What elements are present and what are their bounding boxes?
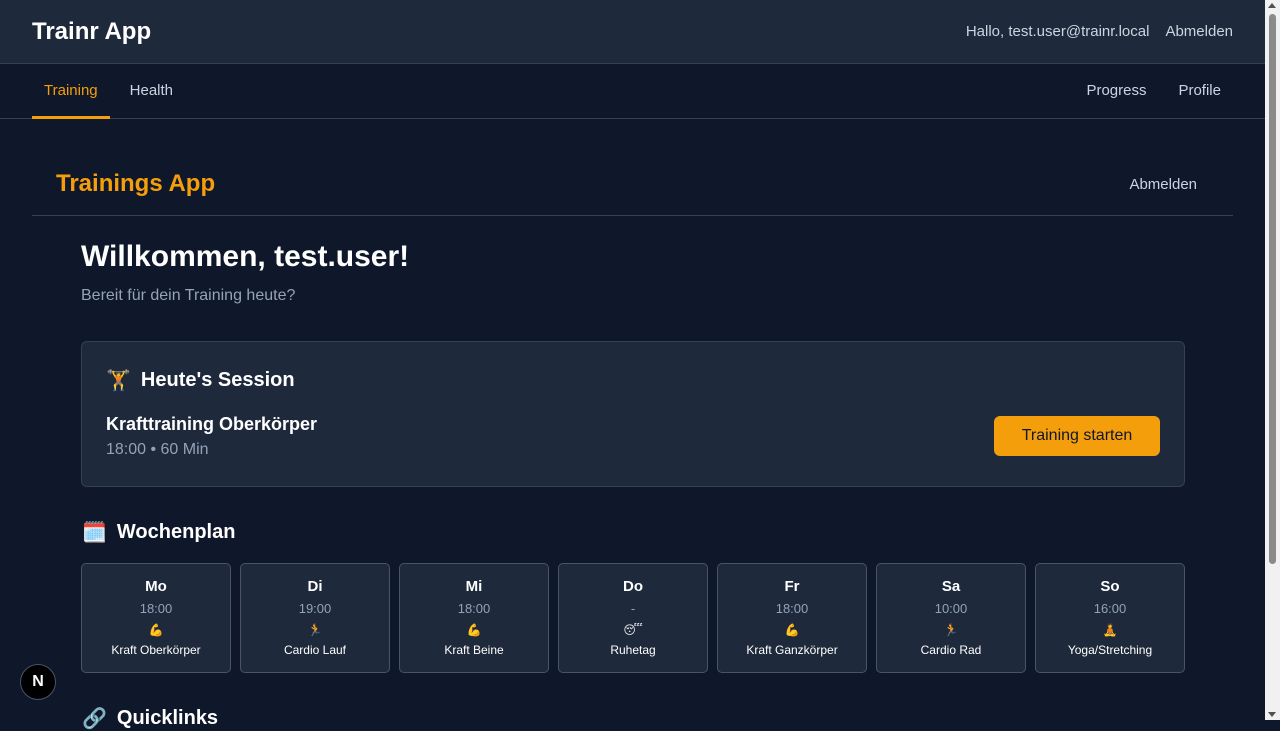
todays-session-card: 🏋️ Heute's Session Krafttraining Oberkör… bbox=[81, 341, 1185, 487]
day-time: 16:00 bbox=[1093, 601, 1127, 616]
session-name: Krafttraining Oberkörper bbox=[106, 414, 318, 434]
day-activity: Ruhetag bbox=[610, 643, 656, 657]
day-activity: Kraft Oberkörper bbox=[111, 643, 201, 657]
day-card-fr[interactable]: Fr 18:00 💪 Kraft Ganzkörper bbox=[717, 563, 867, 673]
session-meta: 18:00 • 60 Min bbox=[106, 441, 209, 458]
day-activity: Cardio Lauf bbox=[283, 643, 347, 657]
day-card-mi[interactable]: Mi 18:00 💪 Kraft Beine bbox=[399, 563, 549, 673]
calendar-icon: 🗓️ bbox=[82, 522, 107, 544]
welcome-subtitle: Bereit für dein Training heute? bbox=[81, 287, 296, 304]
page-header: Trainings App Abmelden bbox=[32, 150, 1233, 216]
day-time: 10:00 bbox=[934, 601, 968, 616]
page-title: Trainings App bbox=[56, 170, 216, 197]
day-name: Do bbox=[623, 578, 643, 595]
weekly-plan-heading: 🗓️ Wochenplan bbox=[82, 520, 235, 545]
flexed-biceps-icon: 💪 bbox=[784, 623, 800, 637]
runner-icon: 🏃 bbox=[943, 623, 959, 637]
welcome-heading: Willkommen, test.user! bbox=[81, 240, 410, 273]
header-logout-link[interactable]: Abmelden bbox=[1165, 23, 1233, 40]
user-greeting: Hallo, test.user@trainr.local bbox=[965, 23, 1150, 40]
tab-health[interactable]: Health bbox=[118, 65, 185, 119]
day-card-sa[interactable]: Sa 10:00 🏃 Cardio Rad bbox=[876, 563, 1026, 673]
yoga-icon: 🧘 bbox=[1102, 623, 1118, 637]
day-card-do[interactable]: Do - 😴 Ruhetag bbox=[558, 563, 708, 673]
day-activity: Yoga/Stretching bbox=[1067, 643, 1153, 657]
quicklinks-heading-text: Quicklinks bbox=[116, 707, 219, 729]
day-time: 19:00 bbox=[298, 601, 332, 616]
nav-right: Progress Profile bbox=[1066, 65, 1233, 118]
main-nav: Training Health Progress Profile bbox=[0, 65, 1265, 119]
day-name: So bbox=[1100, 578, 1120, 595]
day-activity: Cardio Rad bbox=[920, 643, 982, 657]
page-scrollbar[interactable] bbox=[1265, 0, 1280, 720]
day-name: Mi bbox=[465, 578, 483, 595]
day-time: 18:00 bbox=[457, 601, 491, 616]
tab-training[interactable]: Training bbox=[32, 65, 110, 119]
day-card-so[interactable]: So 16:00 🧘 Yoga/Stretching bbox=[1035, 563, 1185, 673]
day-card-mo[interactable]: Mo 18:00 💪 Kraft Oberkörper bbox=[81, 563, 231, 673]
weekly-plan-grid: Mo 18:00 💪 Kraft Oberkörper Di 19:00 🏃 C… bbox=[81, 563, 1185, 673]
session-heading-text: Heute's Session bbox=[140, 369, 295, 391]
flexed-biceps-icon: 💪 bbox=[148, 623, 164, 637]
day-card-di[interactable]: Di 19:00 🏃 Cardio Lauf bbox=[240, 563, 390, 673]
day-name: Di bbox=[307, 578, 323, 595]
runner-icon: 🏃 bbox=[307, 623, 323, 637]
app-brand[interactable]: Trainr App bbox=[32, 18, 151, 46]
day-name: Fr bbox=[784, 578, 800, 595]
sleeping-face-icon: 😴 bbox=[623, 623, 643, 637]
top-bar: Trainr App Hallo, test.user@trainr.local… bbox=[0, 0, 1265, 64]
day-name: Mo bbox=[145, 578, 167, 595]
start-training-button[interactable]: Training starten bbox=[994, 416, 1160, 456]
day-time: 18:00 bbox=[775, 601, 809, 616]
page-logout-link[interactable]: Abmelden bbox=[1129, 176, 1197, 215]
tab-profile[interactable]: Profile bbox=[1166, 65, 1233, 119]
dev-tools-badge[interactable]: N bbox=[20, 664, 56, 700]
weekly-plan-heading-text: Wochenplan bbox=[116, 521, 236, 543]
link-icon: 🔗 bbox=[82, 708, 107, 730]
scroll-down-arrow-icon[interactable] bbox=[1268, 712, 1276, 717]
day-time: 18:00 bbox=[139, 601, 173, 616]
scrollbar-thumb[interactable] bbox=[1269, 14, 1276, 564]
user-area: Hallo, test.user@trainr.local Abmelden bbox=[966, 23, 1233, 40]
quicklinks-heading: 🔗 Quicklinks bbox=[82, 706, 218, 731]
weightlifter-icon: 🏋️ bbox=[106, 370, 131, 392]
day-name: Sa bbox=[941, 578, 961, 595]
day-activity: Kraft Ganzkörper bbox=[746, 643, 838, 657]
day-activity: Kraft Beine bbox=[444, 643, 504, 657]
session-heading: 🏋️ Heute's Session bbox=[106, 368, 295, 393]
tab-progress[interactable]: Progress bbox=[1074, 65, 1158, 119]
nav-left: Training Health bbox=[32, 65, 193, 119]
day-time: - bbox=[630, 601, 636, 616]
flexed-biceps-icon: 💪 bbox=[466, 623, 482, 637]
scroll-up-arrow-icon[interactable] bbox=[1268, 3, 1276, 8]
